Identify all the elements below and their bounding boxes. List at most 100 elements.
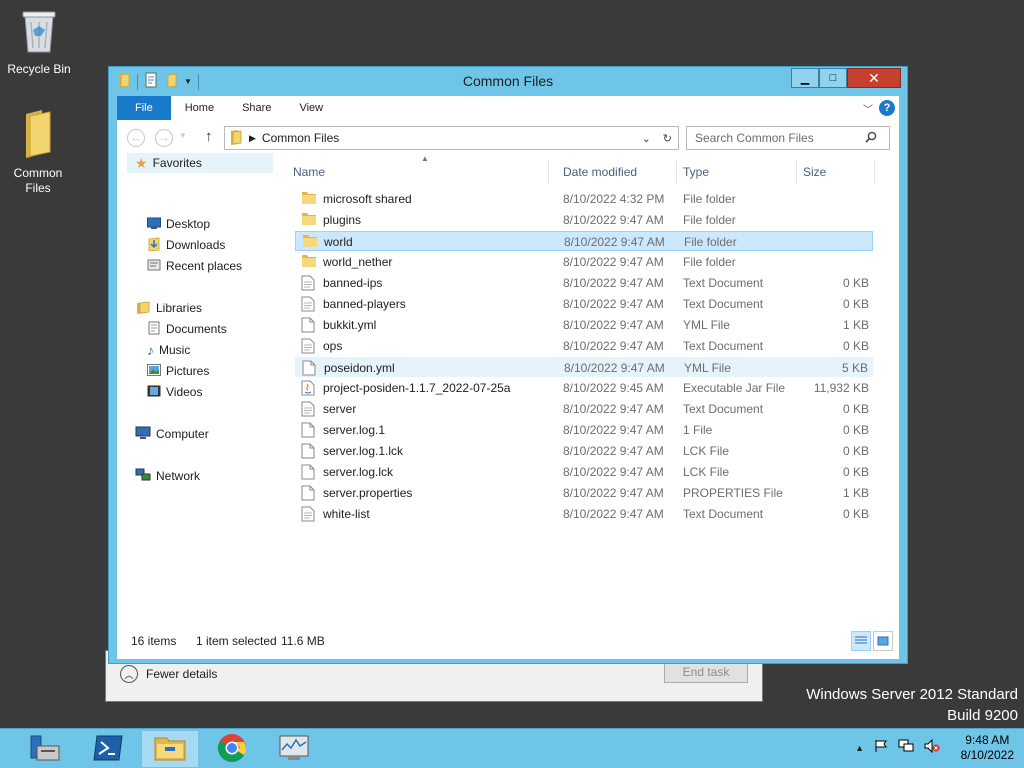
file-row[interactable]: project-posiden-1.1.7_2022-07-25a 8/10/20… — [295, 378, 873, 398]
folder-icon — [301, 212, 317, 229]
column-header-size[interactable]: Size — [797, 160, 875, 184]
sidebar-item-computer[interactable]: Computer — [135, 424, 209, 444]
tab-view[interactable]: View — [285, 96, 337, 120]
blank-file-icon — [302, 360, 316, 379]
file-size: 0 KB — [842, 339, 869, 353]
navigation-bar: ← → ▼ ↑ ▶ Common Files ⌄ ↻ — [117, 126, 899, 150]
powershell-icon — [93, 735, 123, 764]
search-box[interactable] — [686, 126, 890, 150]
taskbar-file-explorer[interactable] — [141, 730, 199, 768]
action-center-flag-icon[interactable] — [874, 739, 888, 756]
taskbar-chrome[interactable] — [203, 730, 261, 768]
back-button[interactable]: ← — [127, 129, 145, 147]
file-name: banned-players — [323, 297, 406, 311]
column-header-name[interactable]: Name — [287, 160, 549, 184]
file-type: Text Document — [683, 339, 764, 353]
file-date-modified: 8/10/2022 9:47 AM — [563, 318, 664, 332]
search-icon[interactable] — [865, 131, 877, 146]
help-icon[interactable]: ? — [879, 100, 895, 116]
sidebar-item-videos[interactable]: Videos — [147, 382, 202, 402]
file-row[interactable]: plugins 8/10/2022 9:47 AM File folder — [295, 210, 873, 230]
blank-file-icon — [301, 317, 315, 336]
large-icons-view-button[interactable] — [873, 631, 893, 651]
file-name: server.properties — [323, 486, 413, 500]
sidebar-item-desktop[interactable]: Desktop — [147, 214, 210, 234]
sidebar-item-documents[interactable]: Documents — [147, 319, 227, 339]
tab-file[interactable]: File — [117, 96, 171, 120]
watermark-build: Build 9200 — [947, 707, 1018, 724]
clock[interactable]: 9:48 AM 8/10/2022 — [961, 733, 1014, 763]
end-task-button[interactable]: End task — [664, 661, 748, 683]
file-row[interactable]: banned-ips 8/10/2022 9:47 AM Text Document… — [295, 273, 873, 293]
taskbar-server-manager[interactable] — [16, 730, 74, 768]
network-icon[interactable] — [898, 739, 914, 756]
desktop-icon-recycle-bin[interactable]: Recycle Bin — [1, 6, 77, 77]
sidebar-item-network[interactable]: Network — [135, 466, 200, 486]
recent-locations-icon[interactable]: ▼ — [179, 131, 187, 140]
pictures-icon — [147, 363, 161, 379]
file-date-modified: 8/10/2022 9:47 AM — [563, 339, 664, 353]
chevron-down-icon[interactable]: ⌄ — [642, 132, 651, 145]
file-type: File folder — [683, 255, 736, 269]
file-row[interactable]: server.log.lck 8/10/2022 9:47 AM LCK File 0… — [295, 462, 873, 482]
taskbar-powershell[interactable] — [79, 730, 137, 768]
music-icon: ♪ — [147, 342, 154, 358]
file-row[interactable]: bukkit.yml 8/10/2022 9:47 AM YML File 1 KB — [295, 315, 873, 335]
file-row[interactable]: poseidon.yml 8/10/2022 9:47 AM YML File 5 K… — [295, 357, 873, 377]
file-row[interactable]: server 8/10/2022 9:47 AM Text Document 0 KB — [295, 399, 873, 419]
breadcrumb[interactable]: Common Files — [262, 131, 339, 145]
file-row[interactable]: server.log.1.lck 8/10/2022 9:47 AM LCK Fil… — [295, 441, 873, 461]
file-row[interactable]: ops 8/10/2022 9:47 AM Text Document 0 KB — [295, 336, 873, 356]
folder-icon — [0, 108, 76, 162]
address-bar[interactable]: ▶ Common Files ⌄ ↻ — [224, 126, 679, 150]
close-icon: ✕ — [868, 69, 880, 86]
title-bar[interactable]: ▼ Common Files ▁ □ ✕ — [109, 67, 907, 95]
sidebar-item-music[interactable]: ♪ Music — [147, 340, 190, 360]
column-header-date[interactable]: Date modified — [557, 160, 677, 184]
file-name: bukkit.yml — [323, 318, 377, 332]
sidebar-item-pictures[interactable]: Pictures — [147, 361, 209, 381]
tab-home[interactable]: Home — [171, 96, 228, 120]
expand-ribbon-icon[interactable]: ﹀ — [863, 101, 873, 116]
details-view-button[interactable] — [851, 631, 871, 651]
speaker-muted-icon[interactable] — [924, 738, 940, 756]
file-row[interactable]: white-list 8/10/2022 9:47 AM Text Document… — [295, 504, 873, 524]
sidebar-item-libraries[interactable]: Libraries — [135, 298, 202, 318]
chrome-icon — [217, 733, 247, 766]
file-row[interactable]: server.log.1 8/10/2022 9:47 AM 1 File 0 KB — [295, 420, 873, 440]
file-size: 11,932 KB — [813, 381, 869, 395]
file-size: 0 KB — [842, 507, 869, 521]
taskbar-task-manager[interactable] — [265, 730, 323, 768]
sidebar-item-favorites[interactable]: ★ Favorites — [127, 153, 273, 173]
up-arrow-icon[interactable]: ↑ — [205, 128, 213, 145]
file-row[interactable]: world 8/10/2022 9:47 AM File folder — [295, 231, 873, 251]
text-file-icon — [301, 296, 315, 315]
clock-date: 8/10/2022 — [960, 748, 1014, 762]
tab-share[interactable]: Share — [228, 96, 285, 120]
file-size: 1 KB — [842, 318, 869, 332]
desktop-icon-common-files[interactable]: Common Files — [0, 108, 76, 196]
forward-button[interactable]: → — [155, 129, 173, 147]
file-size: 0 KB — [842, 465, 869, 479]
clock-time: 9:48 AM — [965, 733, 1010, 747]
watermark-edition: Windows Server 2012 Standard — [806, 686, 1018, 703]
breadcrumb-chevron-icon[interactable]: ▶ — [249, 133, 256, 144]
file-row[interactable]: world_nether 8/10/2022 9:47 AM File folder — [295, 252, 873, 272]
maximize-button[interactable]: □ — [819, 68, 847, 88]
file-type: Text Document — [683, 507, 764, 521]
file-row[interactable]: server.properties 8/10/2022 9:47 AM PROPER… — [295, 483, 873, 503]
minimize-button[interactable]: ▁ — [791, 68, 819, 88]
show-hidden-icons-icon[interactable]: ▲ — [855, 743, 864, 753]
close-button[interactable]: ✕ — [847, 68, 901, 88]
file-row[interactable]: banned-players 8/10/2022 9:47 AM Text Docu… — [295, 294, 873, 314]
file-name: poseidon.yml — [324, 361, 395, 375]
sidebar-item-downloads[interactable]: Downloads — [147, 235, 225, 255]
fewer-details-toggle[interactable]: ︿ Fewer details — [120, 665, 217, 683]
search-input[interactable] — [695, 131, 865, 145]
sidebar-item-recent-places[interactable]: Recent places — [147, 256, 242, 276]
column-header-type[interactable]: Type — [677, 160, 797, 184]
file-row[interactable]: microsoft shared 8/10/2022 4:32 PM File fo… — [295, 189, 873, 209]
network-icon — [135, 468, 151, 485]
system-tray: ▲ — [855, 738, 940, 756]
refresh-icon[interactable]: ↻ — [663, 132, 672, 145]
